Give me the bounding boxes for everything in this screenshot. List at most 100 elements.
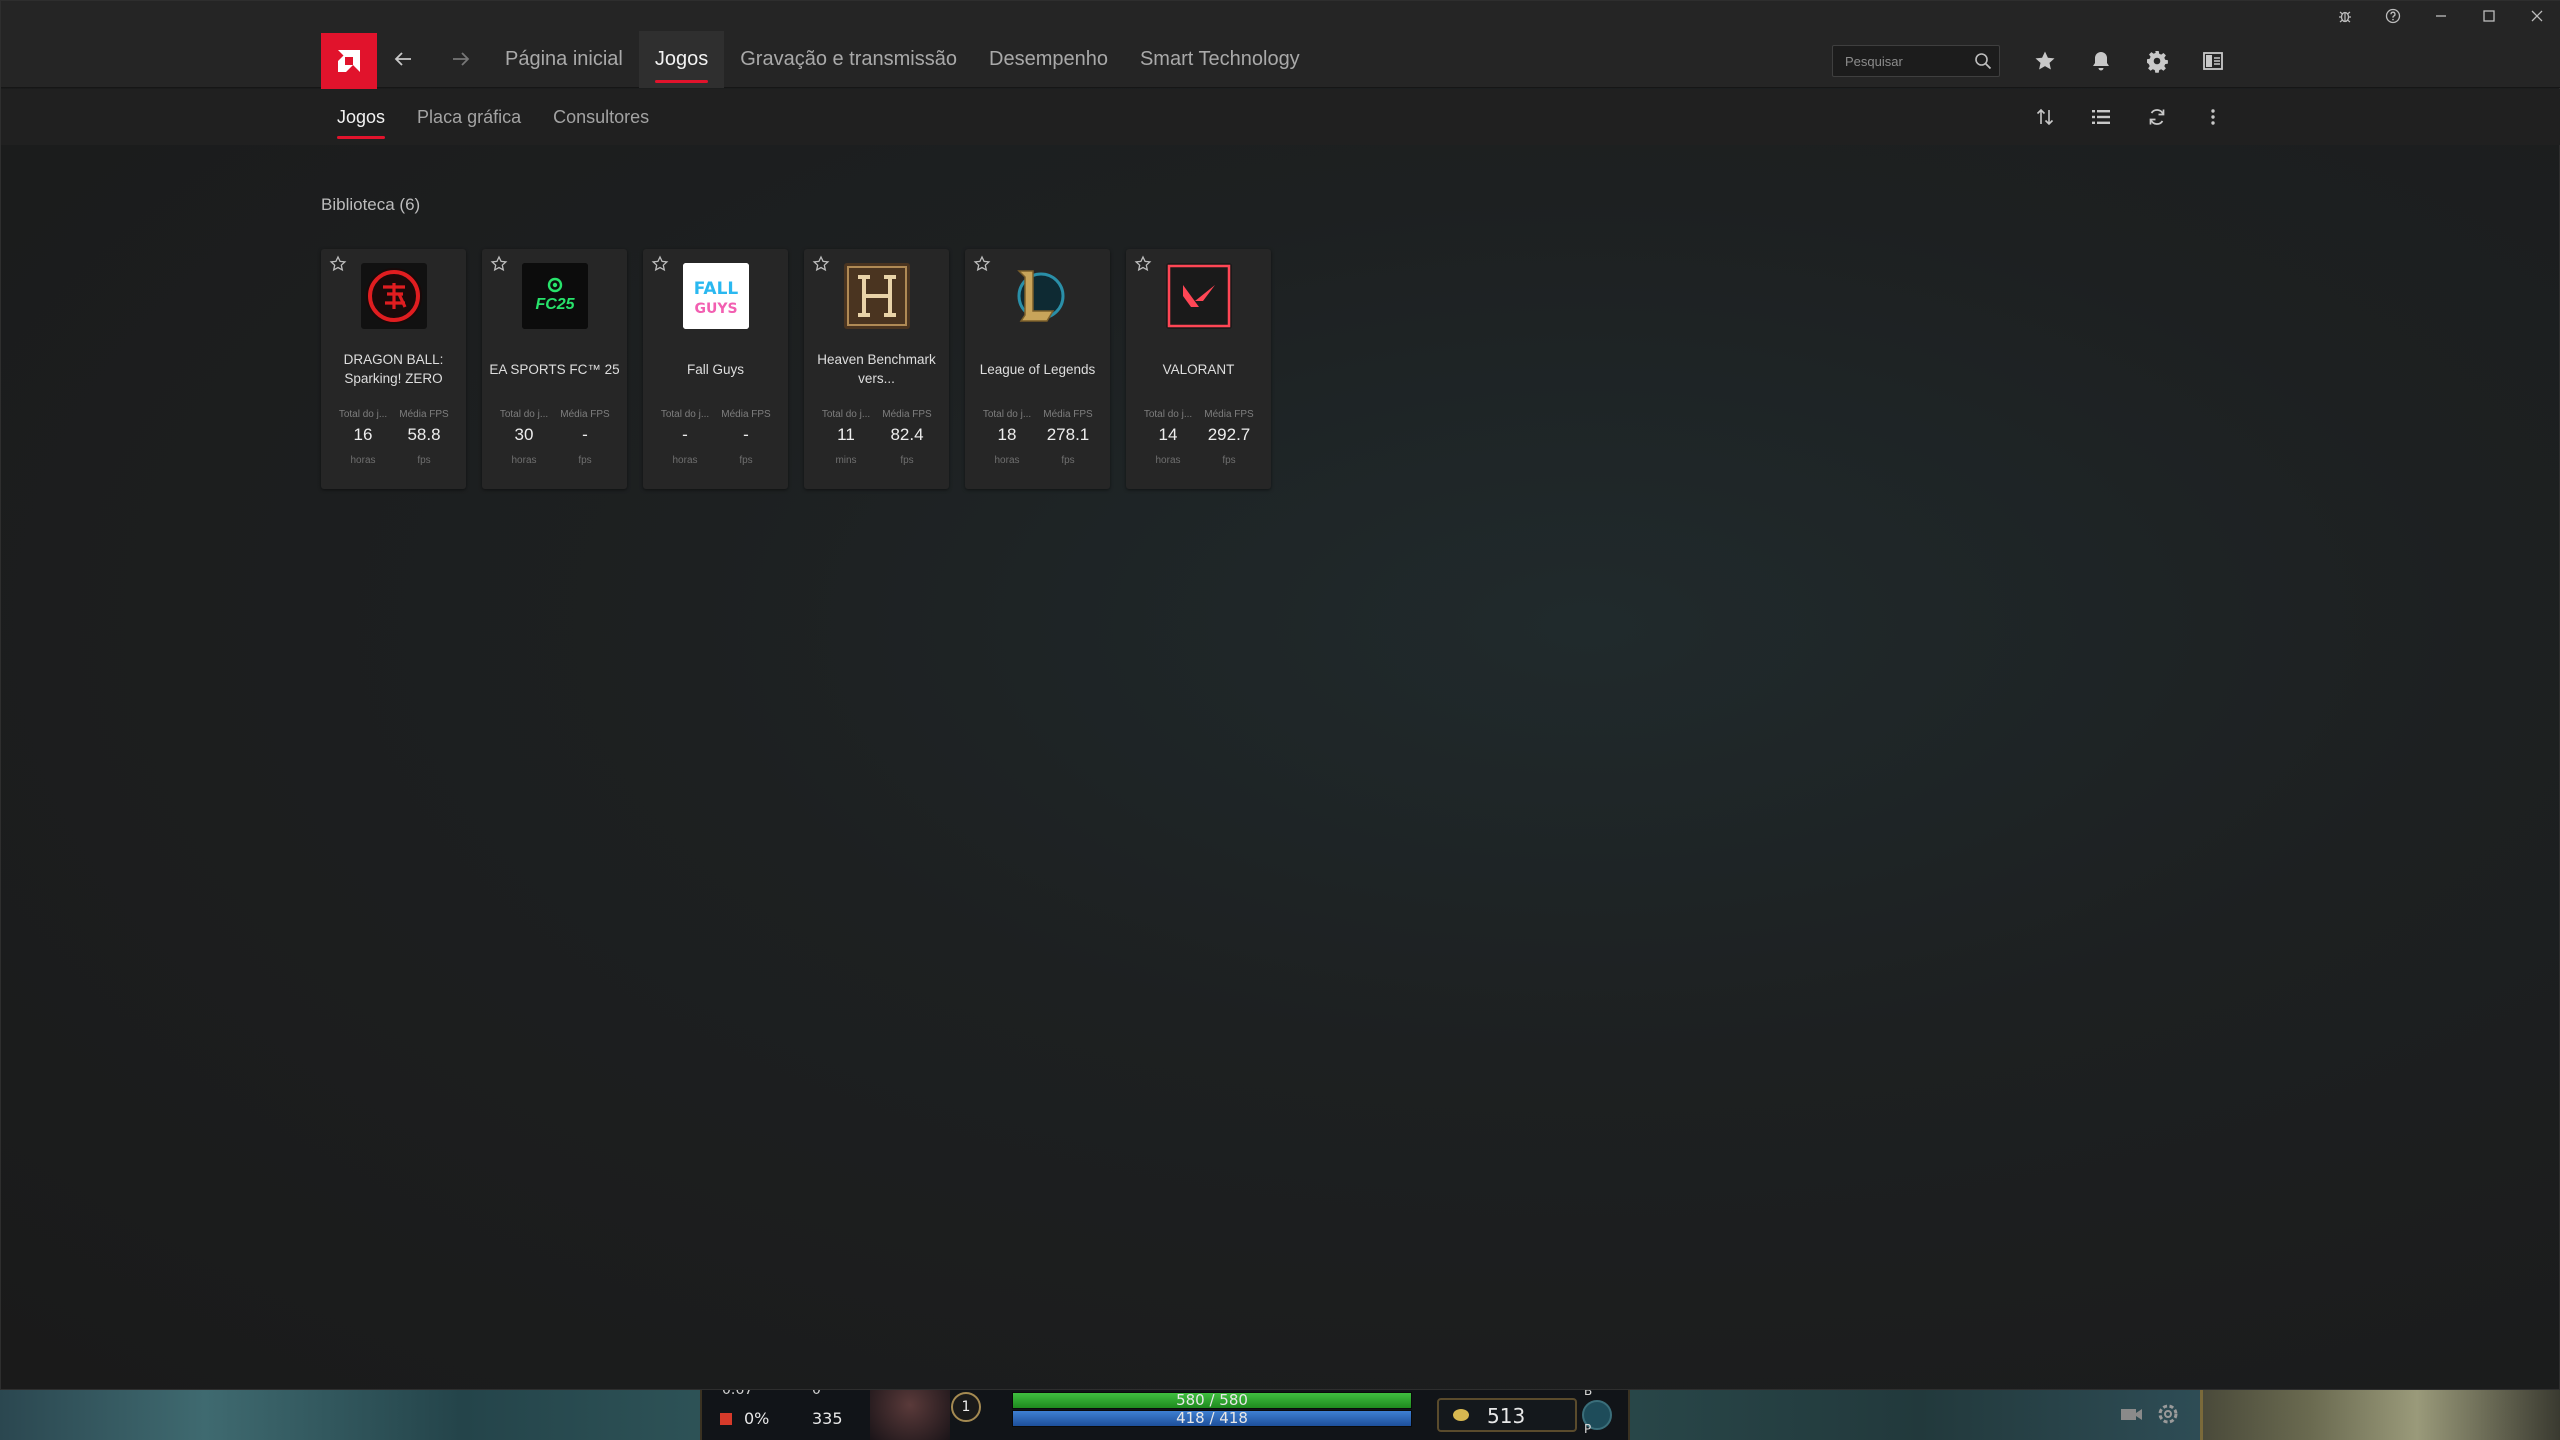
fps-unit: fps <box>1061 455 1075 466</box>
game-name: Heaven Benchmark vers... <box>817 352 936 386</box>
amd-logo-icon[interactable] <box>321 33 377 89</box>
stat-units: horas fps <box>1140 455 1257 466</box>
amd-adrenalin-window: Página inicial Jogos Gravação e transmis… <box>0 0 2560 1390</box>
gold-display: 513 <box>1437 1398 1577 1432</box>
game-card[interactable]: FALL GUYS Fall Guys Total do j... Média … <box>643 249 788 489</box>
favorite-star-icon[interactable] <box>1134 255 1152 273</box>
search-icon[interactable] <box>1973 51 1993 71</box>
search-input[interactable] <box>1833 46 1963 76</box>
total-time-value: 16 <box>353 425 373 444</box>
stat-values: 11 82.4 <box>818 425 935 445</box>
move-speed-stat: 335 <box>812 1409 843 1428</box>
gear-icon[interactable] <box>2139 43 2175 79</box>
arrow-left-icon[interactable] <box>387 43 419 75</box>
avg-fps-label: Média FPS <box>399 409 449 420</box>
total-time-value: 18 <box>997 425 1017 444</box>
minimize-icon[interactable] <box>2417 1 2465 31</box>
stat-units: horas fps <box>335 455 452 466</box>
sub-nav-bar: Jogos Placa gráfica Consultores <box>1 89 2560 145</box>
stat-labels: Total do j... Média FPS <box>1140 409 1257 420</box>
tab-jogos[interactable]: Jogos <box>638 31 725 88</box>
more-vertical-icon[interactable] <box>2195 99 2231 135</box>
title-bar <box>1 1 2560 31</box>
fps-unit: fps <box>417 455 431 466</box>
favorite-star-icon[interactable] <box>973 255 991 273</box>
stat-labels: Total do j... Média FPS <box>496 409 613 420</box>
avg-fps-label: Média FPS <box>1204 409 1254 420</box>
time-unit: horas <box>672 455 698 466</box>
armor-pen-stat: 0 <box>812 1390 821 1398</box>
tab-gravacao-e-transmissao[interactable]: Gravação e transmissão <box>724 31 973 88</box>
favorite-star-icon[interactable] <box>812 255 830 273</box>
favorite-star-icon[interactable] <box>651 255 669 273</box>
question-circle-icon[interactable] <box>2369 1 2417 31</box>
favorite-star-icon[interactable] <box>490 255 508 273</box>
fall-guys-icon: FALL GUYS <box>683 263 749 329</box>
time-unit: horas <box>511 455 537 466</box>
avg-fps-value: 292.7 <box>1207 425 1251 444</box>
sidebar-panel-icon[interactable] <box>2195 43 2231 79</box>
attack-speed-stat: 0.67 <box>722 1390 754 1398</box>
game-name: EA SPORTS FC™ 25 <box>489 361 620 377</box>
game-card[interactable]: DRAGON BALL: Sparking! ZERO Total do j..… <box>321 249 466 489</box>
stat-values: - - <box>657 425 774 445</box>
fps-unit: fps <box>1222 455 1236 466</box>
stat-units: horas fps <box>496 455 613 466</box>
total-time-label: Total do j... <box>821 409 871 420</box>
stat-units: mins fps <box>818 455 935 466</box>
stat-values: 18 278.1 <box>979 425 1096 445</box>
close-icon[interactable] <box>2513 1 2560 31</box>
refresh-icon[interactable] <box>2139 99 2175 135</box>
svg-text:FC25: FC25 <box>535 296 575 313</box>
gold-coin-icon <box>1453 1409 1469 1421</box>
bug-icon[interactable] <box>2321 1 2369 31</box>
favorite-star-icon[interactable] <box>329 255 347 273</box>
avg-fps-value: - <box>743 425 749 444</box>
total-time-value: 14 <box>1158 425 1178 444</box>
maximize-icon[interactable] <box>2465 1 2513 31</box>
stat-values: 16 58.8 <box>335 425 452 445</box>
avg-fps-label: Média FPS <box>882 409 932 420</box>
subtab-jogos[interactable]: Jogos <box>321 89 401 145</box>
stat-labels: Total do j... Média FPS <box>657 409 774 420</box>
mana-text: 418 / 418 <box>1176 1409 1248 1427</box>
stat-units: horas fps <box>979 455 1096 466</box>
subtab-consultores[interactable]: Consultores <box>537 89 665 145</box>
sort-icon[interactable] <box>2027 99 2063 135</box>
avg-fps-label: Média FPS <box>721 409 771 420</box>
game-card[interactable]: Heaven Benchmark vers... Total do j... M… <box>804 249 949 489</box>
fps-unit: fps <box>578 455 592 466</box>
avg-fps-label: Média FPS <box>560 409 610 420</box>
game-name: DRAGON BALL: Sparking! ZERO <box>343 352 444 386</box>
background-game-view: 0.67 0 0% 335 1 580 / 580 418 / 418 513 … <box>0 1390 2560 1440</box>
shop-key-b: B <box>1584 1390 1593 1398</box>
main-nav-tabs: Página inicial Jogos Gravação e transmis… <box>489 31 1316 88</box>
shop-key-p: P <box>1584 1422 1592 1436</box>
crit-stat: 0% <box>744 1409 770 1428</box>
ea-fc25-icon: FC25 <box>522 263 588 329</box>
time-unit: horas <box>1155 455 1181 466</box>
tab-pagina-inicial[interactable]: Página inicial <box>489 31 639 88</box>
camera-icon <box>2120 1404 2144 1424</box>
avg-fps-value: - <box>582 425 588 444</box>
stat-labels: Total do j... Média FPS <box>335 409 452 420</box>
tab-desempenho[interactable]: Desempenho <box>973 31 1124 88</box>
total-time-label: Total do j... <box>338 409 388 420</box>
svg-text:FALL: FALL <box>694 279 739 299</box>
bell-icon[interactable] <box>2083 43 2119 79</box>
stat-units: horas fps <box>657 455 774 466</box>
valorant-icon <box>1166 263 1232 329</box>
arrow-right-icon[interactable] <box>445 43 477 75</box>
game-card[interactable]: League of Legends Total do j... Média FP… <box>965 249 1110 489</box>
game-card[interactable]: FC25 EA SPORTS FC™ 25 Total do j... Médi… <box>482 249 627 489</box>
svg-text:GUYS: GUYS <box>694 301 737 317</box>
star-icon[interactable] <box>2027 43 2063 79</box>
subtab-placa-grafica[interactable]: Placa gráfica <box>401 89 537 145</box>
list-view-icon[interactable] <box>2083 99 2119 135</box>
tab-smart-technology[interactable]: Smart Technology <box>1124 31 1316 88</box>
game-card[interactable]: VALORANT Total do j... Média FPS 14 292.… <box>1126 249 1271 489</box>
league-of-legends-icon <box>1005 263 1071 329</box>
time-unit: mins <box>835 455 857 466</box>
avg-fps-value: 58.8 <box>407 425 441 444</box>
gold-amount: 513 <box>1487 1404 1526 1428</box>
